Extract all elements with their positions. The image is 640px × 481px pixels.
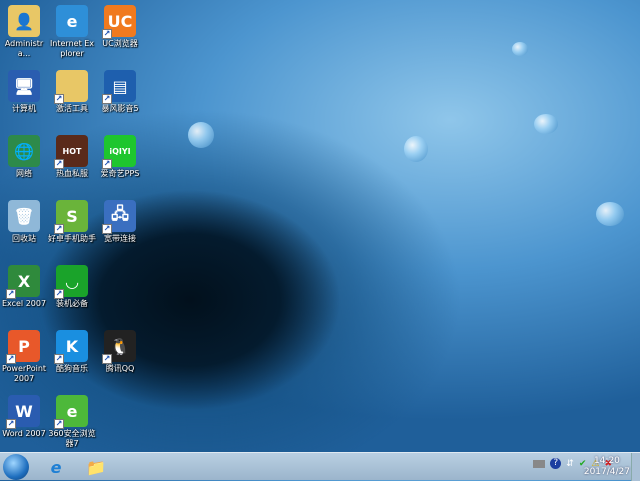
desktop-icon[interactable]: 🗑 回收站 (0, 196, 48, 260)
file-explorer-icon[interactable]: 📁 (78, 455, 114, 479)
desktop-icon[interactable]: 👤 Administra... (0, 1, 48, 65)
shortcut-arrow-icon: ↗ (6, 419, 16, 429)
help-icon[interactable]: ? (550, 458, 562, 469)
shortcut-arrow-icon: ↗ (54, 289, 64, 299)
internet-explorer-icon[interactable]: e (38, 455, 74, 479)
desktop-icon-label: PowerPoint 2007 (1, 364, 47, 383)
taskbar: e 📁 ? ⇵ ✔ ⚠ ✖ 14:20 2017/4/27 (0, 452, 640, 481)
shortcut-arrow-icon: ↗ (54, 354, 64, 364)
shortcut-arrow-icon: ↗ (102, 29, 112, 39)
clock[interactable]: 14:20 2017/4/27 (584, 456, 630, 478)
recycle-bin-icon: 🗑 (8, 200, 40, 232)
desktop-icon[interactable]: S ↗ 好卓手机助手 (48, 196, 96, 260)
desktop-icon-label: 网络 (16, 169, 32, 178)
desktop-icon[interactable]: e ↗ 360安全浏览器7 (48, 391, 96, 455)
desktop-icon-label: 回收站 (12, 234, 36, 243)
uc-browser-icon: UC ↗ (102, 5, 136, 39)
shopping-bag-icon: ◡ ↗ (54, 265, 88, 299)
baofeng-icon: ▤ ↗ (102, 70, 136, 104)
desktop-icon[interactable]: 🖥 计算机 (0, 66, 48, 130)
shortcut-arrow-icon: ↗ (6, 289, 16, 299)
kugou-icon: K ↗ (54, 330, 88, 364)
desktop-icon[interactable]: ↗ 激活工具 (48, 66, 96, 130)
desktop-icon-label: 计算机 (12, 104, 36, 113)
desktop-icon-label: Word 2007 (2, 429, 46, 438)
water-drop (534, 114, 558, 134)
desktop-icon[interactable]: K ↗ 酷狗音乐 (48, 326, 96, 390)
shortcut-arrow-icon: ↗ (102, 354, 112, 364)
desktop: 👤 Administra... e Internet Explorer UC ↗ UC浏览器… (0, 0, 640, 452)
desktop-icon-label: Internet Explorer (49, 39, 95, 58)
shortcut-arrow-icon: ↗ (102, 94, 112, 104)
desktop-icon-label: 热血私服 (56, 169, 88, 178)
desktop-icon-label: 激活工具 (56, 104, 88, 113)
word-icon: W ↗ (6, 395, 40, 429)
shortcut-arrow-icon: ↗ (6, 354, 16, 364)
broadband-icon: 🖧 ↗ (102, 200, 136, 234)
desktop-icon-label: 暴风影音5 (101, 104, 139, 113)
360-browser-icon: e ↗ (54, 395, 88, 429)
desktop-icon-label: 酷狗音乐 (56, 364, 88, 373)
water-drop (512, 42, 528, 56)
desktop-icon[interactable]: UC ↗ UC浏览器 (96, 1, 144, 65)
desktop-icon-label: 360安全浏览器7 (48, 429, 96, 448)
desktop-icon[interactable]: ▤ ↗ 暴风影音5 (96, 66, 144, 130)
network-icon: 🌐 (8, 135, 40, 167)
water-drop (188, 122, 214, 148)
iqiyi-icon: iQIYI ↗ (102, 135, 136, 169)
time: 14:20 (593, 456, 620, 466)
windows-start-icon[interactable] (3, 454, 29, 480)
desktop-icon[interactable]: 🖧 ↗ 宽带连接 (96, 196, 144, 260)
desktop-icon-label: UC浏览器 (102, 39, 138, 48)
computer-icon: 🖥 (8, 70, 40, 102)
shortcut-arrow-icon: ↗ (54, 94, 64, 104)
desktop-icon-label: 好卓手机助手 (48, 234, 96, 243)
keyboard-icon[interactable] (533, 459, 546, 468)
user-folder-icon: 👤 (8, 5, 40, 37)
desktop-icon[interactable]: HOT ↗ 热血私服 (48, 131, 96, 195)
desktop-icon-label: 装机必备 (56, 299, 88, 308)
network-up-icon[interactable]: ⇵ (566, 459, 574, 469)
desktop-icon[interactable]: X ↗ Excel 2007 (0, 261, 48, 325)
shortcut-arrow-icon: ↗ (54, 419, 64, 429)
folder-icon: ↗ (54, 70, 88, 104)
desktop-icon[interactable]: P ↗ PowerPoint 2007 (0, 326, 48, 390)
shortcut-arrow-icon: ↗ (54, 224, 64, 234)
desktop-icon[interactable]: 🐧 ↗ 腾讯QQ (96, 326, 144, 390)
desktop-icon[interactable]: ◡ ↗ 装机必备 (48, 261, 96, 325)
qq-penguin-icon: 🐧 ↗ (102, 330, 136, 364)
desktop-icon[interactable]: 🌐 网络 (0, 131, 48, 195)
desktop-icon[interactable]: iQIYI ↗ 爱奇艺PPS (96, 131, 144, 195)
water-drop (596, 202, 624, 226)
shortcut-arrow-icon: ↗ (102, 224, 112, 234)
excel-icon: X ↗ (6, 265, 40, 299)
water-drop (404, 136, 428, 162)
internet-explorer-icon: e (56, 5, 88, 37)
game-icon: HOT ↗ (54, 135, 88, 169)
date: 2017/4/27 (583, 467, 630, 477)
powerpoint-icon: P ↗ (6, 330, 40, 364)
show-desktop-button[interactable] (631, 453, 640, 481)
desktop-icon-label: 爱奇艺PPS (100, 169, 140, 178)
desktop-icon[interactable]: W ↗ Word 2007 (0, 391, 48, 455)
desktop-icon-label: 腾讯QQ (105, 364, 135, 373)
desktop-icon-label: Administra... (4, 39, 44, 58)
phone-assistant-icon: S ↗ (54, 200, 88, 234)
desktop-icon-label: 宽带连接 (104, 234, 136, 243)
desktop-icon[interactable]: e Internet Explorer (48, 1, 96, 65)
shortcut-arrow-icon: ↗ (54, 159, 64, 169)
desktop-icon-label: Excel 2007 (1, 299, 47, 308)
shortcut-arrow-icon: ↗ (102, 159, 112, 169)
